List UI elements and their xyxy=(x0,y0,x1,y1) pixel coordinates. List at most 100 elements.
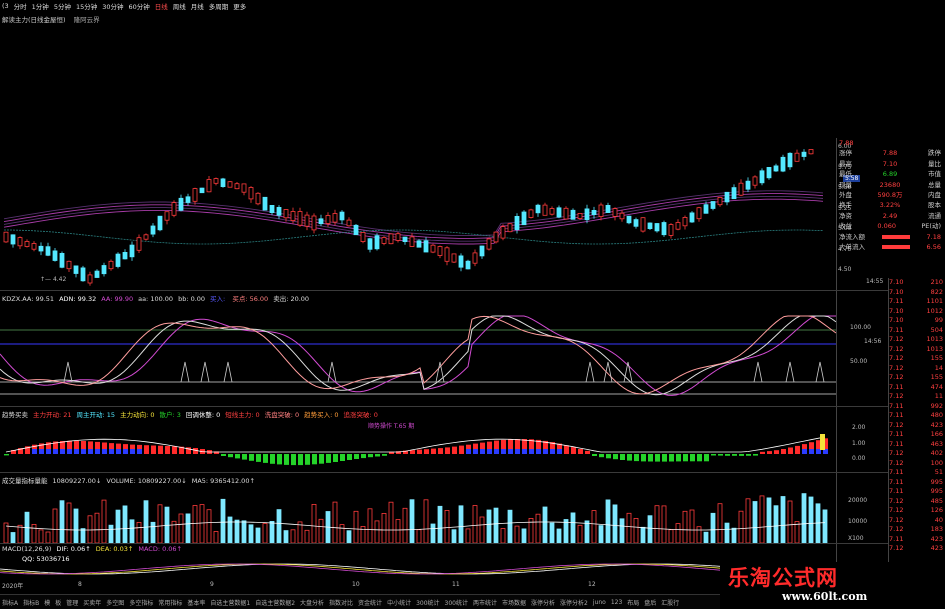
candle[interactable] xyxy=(129,241,135,261)
candle[interactable] xyxy=(87,271,93,286)
candle[interactable] xyxy=(486,237,492,251)
bottom-tab[interactable]: 123 xyxy=(611,599,622,606)
candle[interactable] xyxy=(94,269,100,278)
candle[interactable] xyxy=(766,166,772,180)
bottom-tab[interactable]: 多空图 xyxy=(106,598,124,607)
macd-chart[interactable] xyxy=(0,553,836,579)
period-tab[interactable]: 5分钟 xyxy=(54,1,71,11)
candle[interactable] xyxy=(794,149,800,162)
candle[interactable] xyxy=(262,196,268,211)
candle[interactable] xyxy=(759,168,765,186)
bottom-tab[interactable]: 指标B xyxy=(23,598,39,607)
period-tab[interactable]: (3 xyxy=(2,2,9,10)
candle[interactable] xyxy=(696,206,702,222)
candle[interactable] xyxy=(717,197,723,207)
candle[interactable] xyxy=(563,206,569,220)
candle[interactable] xyxy=(353,224,359,236)
candle[interactable] xyxy=(556,205,562,219)
candle[interactable] xyxy=(339,210,345,225)
candle[interactable] xyxy=(206,176,212,193)
candle[interactable] xyxy=(731,184,737,200)
candle[interactable] xyxy=(31,241,37,252)
bottom-tab[interactable]: 自选主营数据1 xyxy=(210,598,250,607)
candle[interactable] xyxy=(17,236,23,250)
candle[interactable] xyxy=(157,215,163,232)
candle[interactable] xyxy=(633,217,639,229)
candle[interactable] xyxy=(710,201,716,211)
candle[interactable] xyxy=(59,251,65,269)
candle[interactable] xyxy=(171,200,177,218)
candle[interactable] xyxy=(675,219,681,231)
candle[interactable] xyxy=(472,249,478,267)
candle[interactable] xyxy=(143,233,149,241)
candle[interactable] xyxy=(801,149,807,161)
candle[interactable] xyxy=(38,242,44,256)
candle[interactable] xyxy=(374,233,380,251)
bottom-tab[interactable]: 涨停分析2 xyxy=(560,598,588,607)
candle[interactable] xyxy=(136,234,142,254)
candle[interactable] xyxy=(605,202,611,214)
candle[interactable] xyxy=(570,208,576,220)
candle[interactable] xyxy=(528,208,534,219)
candle[interactable] xyxy=(500,224,506,241)
candle[interactable] xyxy=(535,203,541,217)
bottom-tab[interactable]: 基本率 xyxy=(187,598,205,607)
bottom-tab[interactable]: 300统计 xyxy=(445,598,468,607)
candle[interactable] xyxy=(108,259,114,271)
candle[interactable] xyxy=(542,202,548,216)
bottom-tab[interactable]: 大盘分析 xyxy=(300,598,324,607)
period-tab[interactable]: 日线 xyxy=(155,1,168,11)
candle[interactable] xyxy=(276,205,282,220)
candle[interactable] xyxy=(787,152,793,170)
bottom-tab[interactable]: 指标A xyxy=(2,598,18,607)
candle[interactable] xyxy=(248,186,254,203)
bottom-tab[interactable]: 管理 xyxy=(66,598,78,607)
candle[interactable] xyxy=(661,220,667,237)
candle[interactable] xyxy=(612,207,618,221)
bottom-tab[interactable]: 模 xyxy=(44,598,50,607)
period-tab[interactable]: 15分钟 xyxy=(76,1,97,11)
period-tab[interactable]: 月线 xyxy=(191,1,204,11)
candle[interactable] xyxy=(122,249,128,260)
candle[interactable] xyxy=(24,239,30,248)
candle[interactable] xyxy=(45,242,51,257)
candle[interactable] xyxy=(311,213,317,234)
candle[interactable] xyxy=(521,210,527,226)
volume-chart[interactable] xyxy=(0,484,836,543)
bottom-tab[interactable]: 常用指标 xyxy=(158,598,182,607)
candle[interactable] xyxy=(269,205,275,216)
candle[interactable] xyxy=(430,243,436,254)
tick-detail-list[interactable]: 7.10 210 7.10 822 7.11 1101 7.10 1012 7.10 99 7.11… xyxy=(889,278,945,578)
candle[interactable] xyxy=(465,259,471,270)
candle[interactable] xyxy=(255,192,261,206)
candle[interactable] xyxy=(584,204,590,224)
candle[interactable] xyxy=(780,154,786,173)
bottom-tab[interactable]: 市场数据 xyxy=(502,598,526,607)
candle[interactable] xyxy=(304,211,310,231)
candle[interactable] xyxy=(178,194,184,212)
candle[interactable] xyxy=(101,262,107,277)
candle[interactable] xyxy=(444,246,450,266)
period-tab[interactable]: 多周期 xyxy=(209,1,229,11)
bottom-tab[interactable]: 盘后 xyxy=(644,598,656,607)
bottom-tab[interactable]: 资金统计 xyxy=(358,598,382,607)
candle[interactable] xyxy=(185,193,191,206)
candle[interactable] xyxy=(738,179,744,197)
candle[interactable] xyxy=(549,206,555,216)
candle[interactable] xyxy=(3,231,9,243)
candle[interactable] xyxy=(682,215,688,230)
candle[interactable] xyxy=(241,183,247,196)
candle[interactable] xyxy=(493,231,499,244)
candle[interactable] xyxy=(367,237,373,253)
candle[interactable] xyxy=(689,211,695,223)
candle[interactable] xyxy=(654,223,660,233)
candle[interactable] xyxy=(752,175,758,189)
bottom-tab[interactable]: 多空指标 xyxy=(129,598,153,607)
period-tab[interactable]: 60分钟 xyxy=(129,1,150,11)
candle[interactable] xyxy=(745,177,751,193)
candle[interactable] xyxy=(626,215,632,225)
candle[interactable] xyxy=(80,265,86,282)
period-tab[interactable]: 周线 xyxy=(173,1,186,11)
candle[interactable] xyxy=(10,234,16,248)
candle[interactable] xyxy=(507,223,513,233)
